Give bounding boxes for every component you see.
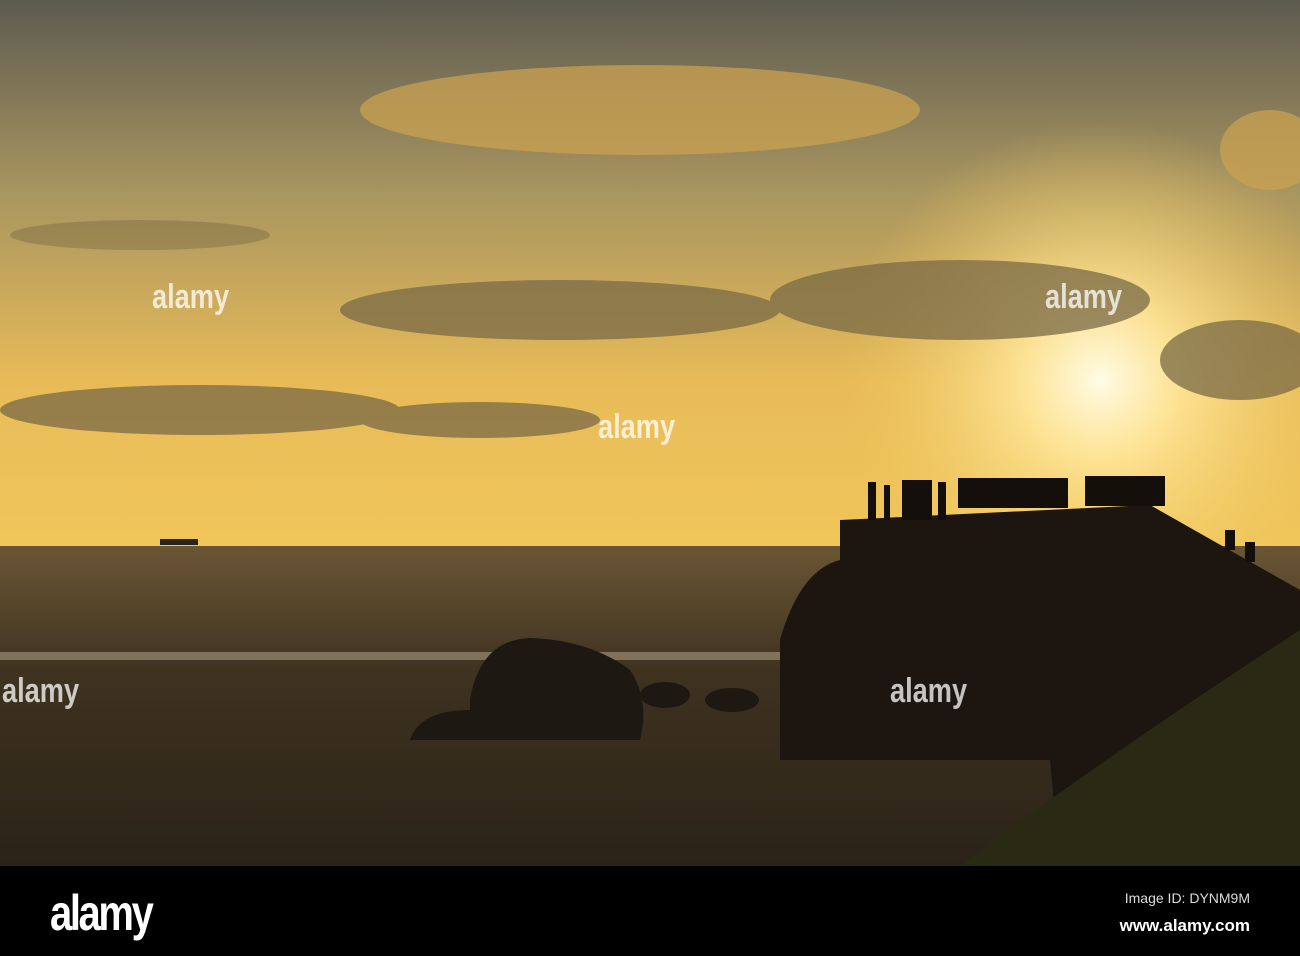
watermark: alamy bbox=[152, 278, 230, 316]
ship bbox=[160, 539, 198, 545]
alamy-logo[interactable]: alamy bbox=[50, 884, 154, 942]
surf bbox=[0, 652, 780, 660]
footer-bar: alamy Image ID: DYNM9M www.alamy.com bbox=[0, 866, 1300, 956]
watermark: alamy bbox=[890, 672, 968, 710]
watermark: alamy bbox=[598, 408, 676, 446]
image-id: Image ID: DYNM9M bbox=[1124, 890, 1250, 906]
watermark: alamy bbox=[2, 672, 80, 710]
watermark: alamy bbox=[1045, 278, 1123, 316]
site-url[interactable]: www.alamy.com bbox=[1120, 916, 1250, 936]
